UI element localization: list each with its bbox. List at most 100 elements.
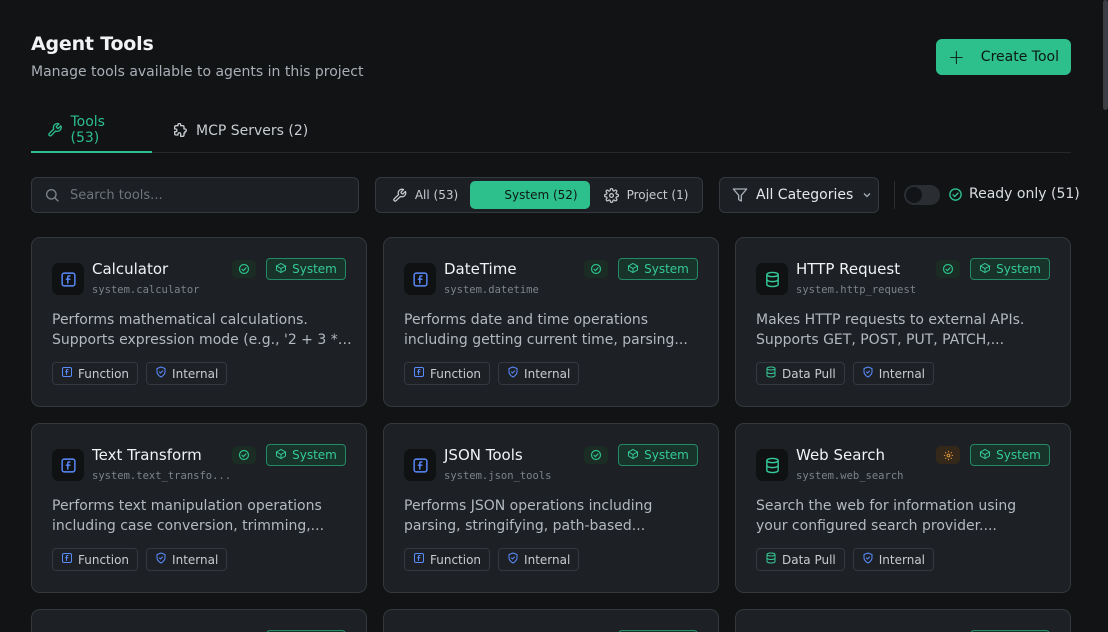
page-title: Agent Tools bbox=[31, 33, 154, 55]
check-circle-icon bbox=[238, 446, 250, 465]
function-icon bbox=[413, 366, 425, 381]
tab-bar: Tools (53) MCP Servers (2) bbox=[31, 108, 1071, 153]
warning-icon bbox=[943, 446, 954, 465]
tool-card[interactable]: Web Search system.web_search System Sear… bbox=[735, 423, 1071, 593]
tool-description-line: your configured search provider.... bbox=[756, 518, 997, 534]
tag-label: Data Pull bbox=[782, 366, 836, 381]
tag-data-pull: Data Pull bbox=[756, 548, 845, 571]
scope-system-label: System (52) bbox=[504, 188, 578, 202]
system-badge: System bbox=[970, 258, 1050, 280]
status-indicator bbox=[232, 446, 256, 464]
ready-only-label: Ready only (51) bbox=[969, 186, 1080, 202]
shield-icon bbox=[507, 552, 519, 567]
gear-icon bbox=[603, 187, 619, 203]
scrollbar-thumb[interactable] bbox=[1103, 0, 1108, 110]
tool-code: system.datetime bbox=[444, 284, 539, 296]
check-circle-icon bbox=[590, 446, 602, 465]
tool-code: system.calculator bbox=[92, 284, 200, 296]
tab-tools-label: Tools (53) bbox=[70, 113, 105, 146]
status-indicator bbox=[584, 260, 608, 278]
tool-card[interactable] bbox=[735, 609, 1071, 632]
tag-label: Function bbox=[430, 366, 482, 381]
tool-card[interactable]: Text Transform system.text_transfo... Sy… bbox=[31, 423, 367, 593]
tool-card[interactable]: Calculator system.calculator System Perf… bbox=[31, 237, 367, 407]
check-circle-icon bbox=[942, 260, 954, 279]
tool-description-line: Supports GET, POST, PUT, PATCH,... bbox=[756, 332, 1005, 348]
tool-card[interactable]: HTTP Request system.http_request System … bbox=[735, 237, 1071, 407]
divider bbox=[894, 181, 895, 209]
tag-label: Function bbox=[78, 366, 130, 381]
tag-label: Function bbox=[430, 552, 482, 567]
shield-icon bbox=[155, 366, 167, 381]
scope-project[interactable]: Project (1) bbox=[594, 181, 698, 209]
function-icon bbox=[52, 263, 84, 295]
ready-only-label-group: Ready only (51) bbox=[948, 186, 1080, 202]
tool-description: Performs text manipulation operations in… bbox=[52, 496, 352, 536]
function-icon bbox=[404, 449, 436, 481]
tool-description-line: Performs text manipulation operations bbox=[52, 498, 322, 514]
tag-label: Internal bbox=[172, 366, 219, 381]
database-icon bbox=[765, 366, 777, 381]
tag-label: Internal bbox=[172, 552, 219, 567]
system-badge-label: System bbox=[292, 448, 337, 462]
function-icon bbox=[52, 449, 84, 481]
tab-mcp-servers-label: MCP Servers (2) bbox=[196, 122, 309, 139]
database-icon bbox=[756, 449, 788, 481]
tag-label: Internal bbox=[878, 366, 926, 381]
tag-internal: Internal bbox=[498, 362, 580, 385]
tool-description-line: Supports expression mode (e.g., '2 + 3 *… bbox=[52, 332, 352, 348]
shield-icon bbox=[862, 552, 874, 567]
tab-tools[interactable]: Tools (53) bbox=[31, 108, 152, 153]
tab-mcp-servers[interactable]: MCP Servers (2) bbox=[172, 108, 308, 153]
plus-icon: + bbox=[948, 45, 965, 69]
tool-card[interactable] bbox=[31, 609, 367, 632]
system-badge-label: System bbox=[292, 262, 337, 276]
tag-label: Internal bbox=[524, 366, 571, 381]
tool-code: system.web_search bbox=[796, 470, 904, 482]
box-icon bbox=[979, 448, 991, 463]
function-icon bbox=[404, 263, 436, 295]
tag-internal: Internal bbox=[146, 362, 228, 385]
tool-description-line: including getting current time, parsing.… bbox=[404, 332, 688, 348]
create-tool-button[interactable]: + Create Tool bbox=[936, 39, 1071, 75]
tool-name: Text Transform bbox=[92, 446, 202, 464]
tag-function: Function bbox=[52, 548, 139, 571]
tag-internal: Internal bbox=[852, 362, 935, 385]
puzzle-icon bbox=[174, 122, 187, 137]
search-input[interactable] bbox=[70, 187, 340, 203]
tag-list: Function Internal bbox=[404, 548, 580, 571]
system-badge: System bbox=[618, 258, 698, 280]
scope-all-label: All (53) bbox=[414, 188, 459, 202]
database-icon bbox=[756, 263, 788, 295]
wrench-icon bbox=[393, 188, 407, 202]
tool-code: system.http_request bbox=[796, 284, 917, 296]
tag-label: Data Pull bbox=[782, 552, 836, 567]
check-circle-icon bbox=[238, 260, 250, 279]
filter-icon bbox=[732, 188, 748, 202]
shield-icon bbox=[862, 366, 874, 381]
system-badge-label: System bbox=[996, 262, 1041, 276]
scrollbar-track[interactable] bbox=[1102, 0, 1108, 632]
tag-function: Function bbox=[404, 548, 491, 571]
tool-name: Calculator bbox=[92, 260, 169, 278]
tool-description: Performs date and time operations includ… bbox=[404, 310, 704, 350]
category-select-value: All Categories bbox=[756, 187, 854, 203]
tool-description-line: Makes HTTP requests to external APIs. bbox=[756, 312, 1025, 328]
tool-description: Search the web for information using you… bbox=[756, 496, 1056, 536]
scope-all[interactable]: All (53) bbox=[380, 181, 470, 209]
tool-name: DateTime bbox=[444, 260, 517, 278]
tool-description-line: Performs mathematical calculations. bbox=[52, 312, 308, 328]
tool-card[interactable]: DateTime system.datetime System Performs… bbox=[383, 237, 719, 407]
ready-only-toggle[interactable] bbox=[904, 185, 940, 205]
tool-description-line: Performs JSON operations including bbox=[404, 498, 653, 514]
box-icon bbox=[627, 448, 639, 463]
page-subtitle: Manage tools available to agents in this… bbox=[31, 64, 364, 80]
tool-card[interactable]: JSON Tools system.json_tools System Perf… bbox=[383, 423, 719, 593]
tool-name: JSON Tools bbox=[444, 446, 523, 464]
check-circle-icon bbox=[949, 187, 962, 201]
scope-system[interactable]: System (52) bbox=[470, 181, 590, 209]
category-select[interactable]: All Categories bbox=[719, 177, 879, 213]
status-indicator bbox=[936, 446, 960, 464]
function-icon bbox=[413, 552, 425, 567]
tool-card[interactable] bbox=[383, 609, 719, 632]
